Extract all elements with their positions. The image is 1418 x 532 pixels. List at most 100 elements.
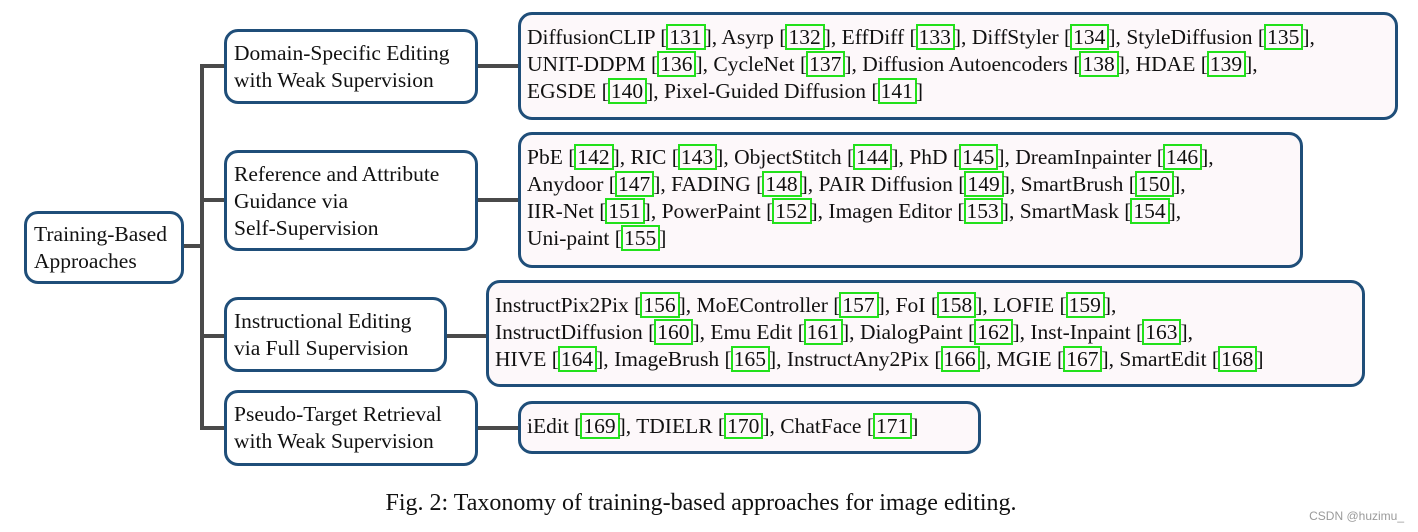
method-name: MoEController [ (696, 293, 841, 317)
method-name: DreamInpainter [ (1015, 145, 1164, 169)
citation-ref[interactable]: 169 (580, 413, 620, 439)
methods-line: InstructPix2Pix [156], MoEController [15… (495, 292, 1117, 318)
citation-ref[interactable]: 149 (964, 171, 1004, 197)
citation-ref[interactable]: 170 (724, 413, 764, 439)
citation-ref[interactable]: 171 (873, 413, 913, 439)
category-label-line: Domain-Specific Editing (234, 41, 450, 65)
citation-ref[interactable]: 158 (937, 292, 977, 318)
citation-ref[interactable]: 132 (785, 24, 825, 50)
citation-ref[interactable]: 162 (974, 319, 1014, 345)
method-name: DiffStyler [ (971, 25, 1072, 49)
methods-line: InstructDiffusion [160], Emu Edit [161],… (495, 319, 1193, 345)
category-node-domain-specific: Domain-Specific Editing with Weak Superv… (224, 29, 478, 104)
leaf-connector-3 (446, 334, 487, 338)
citation-ref[interactable]: 159 (1065, 292, 1105, 318)
root-label-line: Training-Based (34, 222, 167, 246)
method-name: InstructDiffusion [ (495, 320, 656, 344)
citation-ref[interactable]: 136 (657, 51, 697, 77)
method-name: PowerPaint [ (661, 199, 774, 223)
figure-caption-wrap: Fig. 2: Taxonomy of training-based appro… (0, 490, 1418, 517)
citation-ref[interactable]: 164 (557, 346, 598, 372)
citation-ref[interactable]: 139 (1206, 51, 1247, 77)
methods-line: Uni-paint [155] (527, 225, 667, 251)
method-name: FADING [ (671, 172, 764, 196)
citation-ref[interactable]: 134 (1070, 24, 1110, 50)
method-name: Imagen Editor [ (828, 199, 965, 223)
methods-box-pseudo-target: iEdit [169], TDIELR [170], ChatFace [171… (518, 401, 981, 454)
methods-line: PbE [142], RIC [143], ObjectStitch [144]… (527, 144, 1214, 170)
citation-ref[interactable]: 150 (1134, 171, 1175, 197)
category-label-line: via Full Supervision (234, 336, 409, 360)
citation-ref[interactable]: 168 (1218, 346, 1258, 372)
root-node: Training-Based Approaches (24, 211, 184, 284)
method-name: LOFIE [ (993, 293, 1067, 317)
method-name: Uni-paint [ (527, 226, 622, 250)
method-name: EGSDE [ (527, 79, 609, 103)
methods-box-domain-specific: DiffusionCLIP [131], Asyrp [132], EffDif… (518, 12, 1398, 120)
citation-ref[interactable]: 148 (762, 171, 802, 197)
citation-ref[interactable]: 142 (574, 144, 614, 170)
method-name: FoI [ (895, 293, 938, 317)
citation-ref[interactable]: 151 (605, 198, 645, 224)
method-name: Anydoor [ (527, 172, 616, 196)
method-name: PbE [ (527, 145, 576, 169)
citation-ref[interactable]: 161 (803, 319, 844, 345)
citation-ref[interactable]: 135 (1264, 24, 1304, 50)
method-name: HIVE [ (495, 347, 559, 371)
methods-line: HIVE [164], ImageBrush [165], InstructAn… (495, 346, 1264, 372)
method-name: ObjectStitch [ (734, 145, 855, 169)
citation-ref[interactable]: 166 (940, 346, 980, 372)
branch-connector-2 (200, 198, 225, 202)
method-name: Asyrp [ (721, 25, 787, 49)
methods-box-instructional: InstructPix2Pix [156], MoEController [15… (486, 280, 1365, 387)
method-name: TDIELR [ (636, 414, 726, 438)
method-name: DialogPaint [ (859, 320, 976, 344)
watermark: CSDN @huzimu_ (1309, 509, 1404, 523)
citation-ref[interactable]: 137 (806, 51, 846, 77)
citation-ref[interactable]: 165 (730, 346, 770, 372)
citation-ref[interactable]: 133 (915, 24, 955, 50)
branch-connector-4 (200, 426, 225, 430)
citation-ref[interactable]: 144 (853, 144, 893, 170)
citation-ref[interactable]: 145 (959, 144, 999, 170)
method-name: InstructPix2Pix [ (495, 293, 642, 317)
method-name: StyleDiffusion [ (1126, 25, 1266, 49)
citation-ref[interactable]: 131 (666, 24, 706, 50)
citation-ref[interactable]: 157 (839, 292, 879, 318)
citation-ref[interactable]: 163 (1142, 319, 1182, 345)
citation-ref[interactable]: 143 (677, 144, 718, 170)
method-name: SmartMask [ (1019, 199, 1132, 223)
citation-ref[interactable]: 156 (640, 292, 680, 318)
citation-ref[interactable]: 152 (772, 198, 812, 224)
leaf-connector-4 (477, 426, 519, 430)
category-node-reference-attribute: Reference and Attribute Guidance via Sel… (224, 150, 478, 251)
citation-ref[interactable]: 153 (963, 198, 1003, 224)
method-name: Diffusion Autoencoders [ (862, 52, 1081, 76)
citation-ref[interactable]: 155 (620, 225, 661, 251)
method-name: Inst-Inpaint [ (1030, 320, 1144, 344)
leaf-connector-2 (477, 198, 519, 202)
method-name: SmartEdit [ (1119, 347, 1220, 371)
citation-ref[interactable]: 140 (607, 78, 648, 104)
citation-ref[interactable]: 141 (877, 78, 917, 104)
methods-line: UNIT-DDPM [136], CycleNet [137], Diffusi… (527, 51, 1258, 77)
method-name: EffDiff [ (841, 25, 917, 49)
method-name: InstructAny2Pix [ (786, 347, 942, 371)
methods-line: IIR-Net [151], PowerPaint [152], Imagen … (527, 198, 1182, 224)
citation-ref[interactable]: 146 (1162, 144, 1203, 170)
branch-connector-1 (200, 64, 225, 68)
method-name: MGIE [ (996, 347, 1065, 371)
method-name: ImageBrush [ (614, 347, 732, 371)
method-name: CycleNet [ (713, 52, 808, 76)
category-node-instructional: Instructional Editing via Full Supervisi… (224, 297, 447, 372)
method-name: Pixel-Guided Diffusion [ (663, 79, 879, 103)
citation-ref[interactable]: 167 (1063, 346, 1103, 372)
citation-ref[interactable]: 138 (1079, 51, 1119, 77)
category-label-line: Self-Supervision (234, 216, 379, 240)
citation-ref[interactable]: 154 (1130, 198, 1170, 224)
methods-line: iEdit [169], TDIELR [170], ChatFace [171… (527, 413, 919, 439)
citation-ref[interactable]: 160 (654, 319, 694, 345)
citation-ref[interactable]: 147 (614, 171, 655, 197)
figure-caption: Fig. 2: Taxonomy of training-based appro… (385, 490, 1017, 516)
branch-connector-3 (200, 334, 225, 338)
